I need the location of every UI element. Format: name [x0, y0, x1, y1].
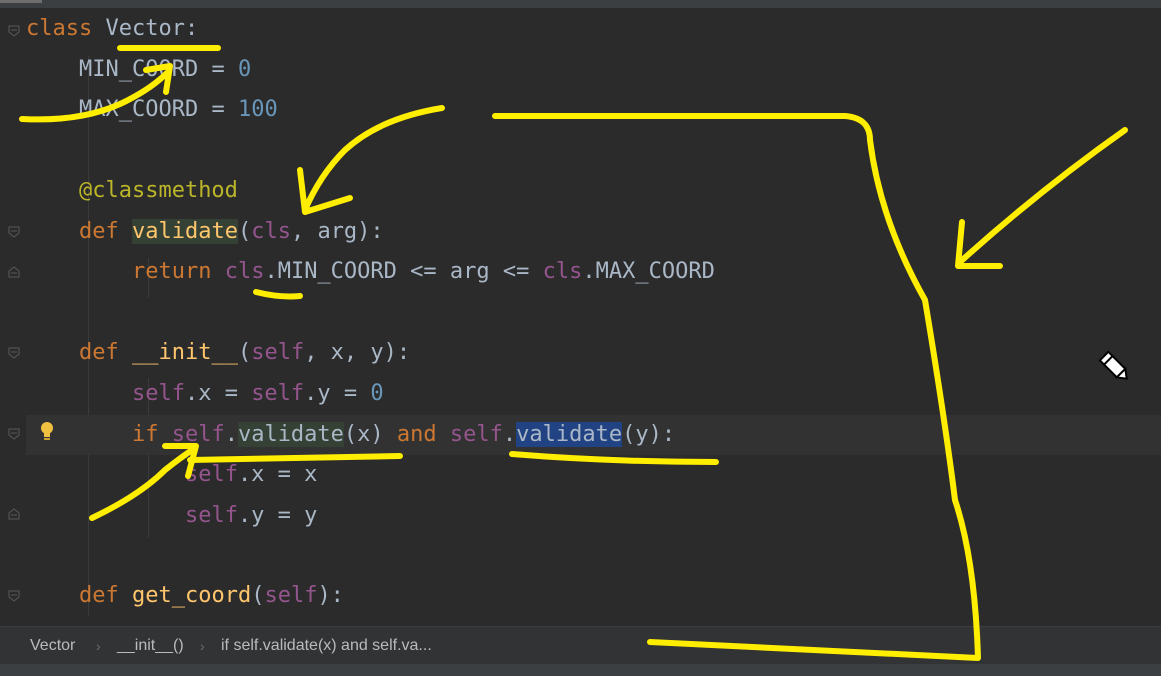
code-line-max-coord[interactable]: MAX_COORD = 100	[26, 90, 278, 130]
code-line-assign-y[interactable]: self.y = y	[26, 496, 317, 536]
self-reference[interactable]: self	[185, 462, 238, 487]
number-literal: 0	[370, 381, 384, 406]
breadcrumb: Vector › __init__() › if self.validate(x…	[0, 626, 1161, 665]
code-line-decorator[interactable]: @classmethod	[26, 171, 238, 211]
self-param[interactable]: self	[264, 583, 317, 608]
fold-end-marker-icon[interactable]	[8, 266, 20, 278]
fold-marker-icon[interactable]	[8, 590, 20, 602]
keyword: if	[131, 422, 159, 447]
editor-tab-bar	[0, 0, 1161, 8]
breadcrumb-item-method[interactable]: __init__()	[117, 627, 184, 665]
fold-end-marker-icon[interactable]	[8, 508, 20, 520]
status-bar	[0, 664, 1161, 676]
self-reference[interactable]: self	[251, 381, 304, 406]
breadcrumb-item-class[interactable]: Vector	[30, 627, 75, 665]
function-name[interactable]: get_coord	[132, 583, 251, 608]
validate-call-selected[interactable]: validate	[516, 422, 623, 447]
fold-marker-icon[interactable]	[8, 428, 20, 440]
code-line-assign-x[interactable]: self.x = x	[26, 455, 317, 495]
function-name[interactable]: validate	[131, 219, 238, 244]
breadcrumb-item-statement[interactable]: if self.validate(x) and self.va...	[221, 627, 432, 665]
cls-reference[interactable]: cls	[225, 259, 265, 284]
keyword: def	[78, 219, 119, 244]
fold-marker-icon[interactable]	[8, 25, 20, 37]
keyword: and	[396, 422, 437, 447]
cls-param[interactable]: cls	[251, 219, 291, 244]
code-line-return[interactable]: return cls.MIN_COORD <= arg <= cls.MAX_C…	[26, 252, 715, 292]
code-line-class-def[interactable]: class Vector:	[26, 9, 198, 49]
self-reference[interactable]: self	[172, 422, 225, 447]
self-param[interactable]: self	[251, 340, 304, 365]
code-line-assign-xy[interactable]: self.x = self.y = 0	[26, 374, 384, 414]
cls-reference[interactable]: cls	[543, 259, 583, 284]
identifier[interactable]: MAX_COORD	[79, 97, 198, 122]
keyword: return	[131, 259, 212, 284]
self-reference[interactable]: self	[450, 422, 503, 447]
tab-indicator	[0, 0, 42, 3]
identifier[interactable]: MIN_COORD	[79, 57, 198, 82]
validate-call[interactable]: validate	[237, 422, 344, 447]
code-line-def-init[interactable]: def __init__(self, x, y):	[26, 333, 410, 373]
code-editor[interactable]: class Vector: MIN_COORD = 0 MAX_COORD = …	[0, 8, 1161, 626]
keyword: class	[26, 16, 93, 41]
code-line-def-get-coord[interactable]: def get_coord(self):	[26, 576, 344, 616]
number-literal: 100	[237, 97, 278, 122]
code-line-def-validate[interactable]: def validate(cls, arg):	[26, 212, 384, 252]
pencil-cursor-icon	[1098, 350, 1128, 380]
function-name[interactable]: __init__	[132, 340, 238, 365]
code-line-min-coord[interactable]: MIN_COORD = 0	[26, 50, 251, 90]
breadcrumb-separator: ›	[200, 638, 205, 654]
fold-marker-icon[interactable]	[8, 347, 20, 359]
keyword: def	[78, 583, 119, 608]
editor-gutter[interactable]	[0, 8, 26, 626]
decorator[interactable]: @classmethod	[79, 178, 238, 203]
code-line-if-validate[interactable]: if self.validate(x) and self.validate(y)…	[26, 415, 675, 455]
self-reference[interactable]: self	[132, 381, 185, 406]
number-literal: 0	[237, 57, 252, 82]
breadcrumb-separator: ›	[96, 638, 101, 654]
keyword: def	[78, 340, 119, 365]
class-name[interactable]: Vector	[105, 16, 184, 41]
self-reference[interactable]: self	[185, 503, 238, 528]
fold-marker-icon[interactable]	[8, 226, 20, 238]
